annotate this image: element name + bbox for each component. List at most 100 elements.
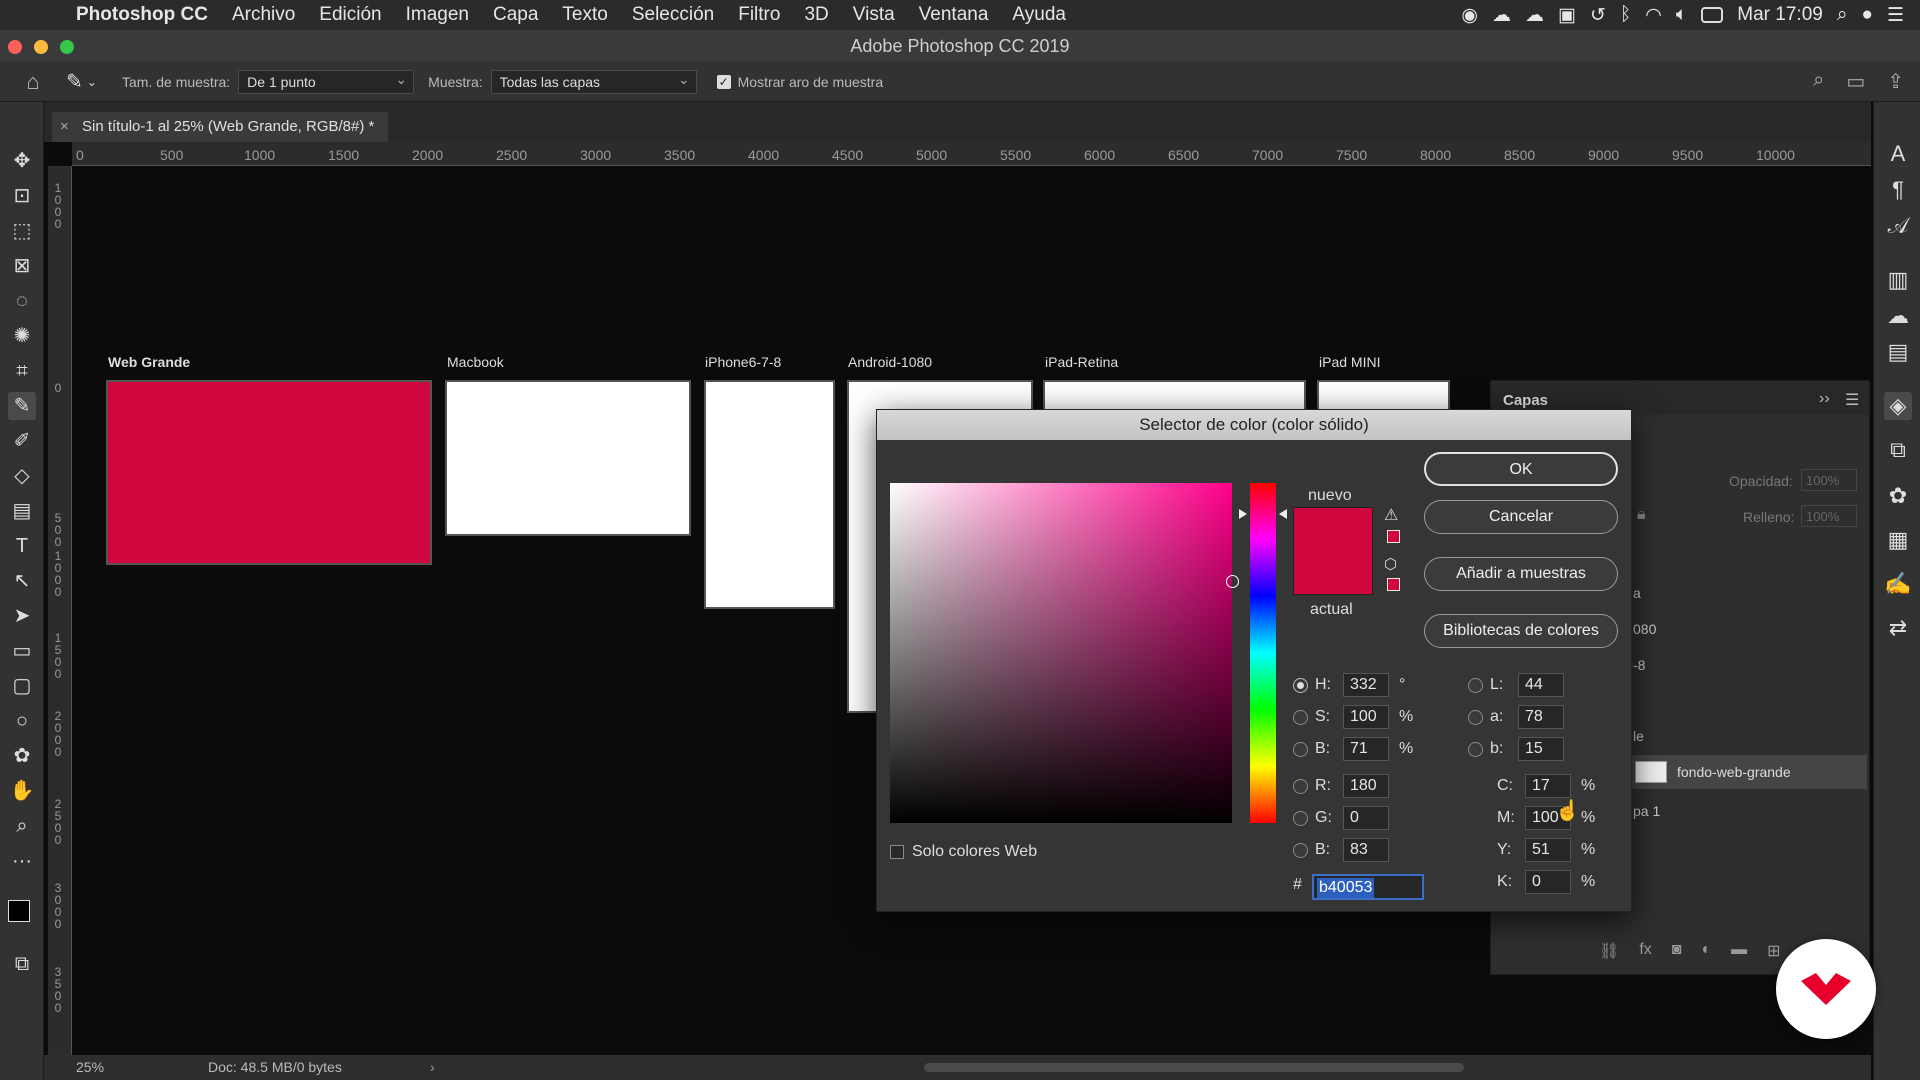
menu-capa[interactable]: Capa [481, 4, 550, 26]
fx-icon[interactable]: fx [1639, 941, 1651, 961]
hex-input[interactable]: b40053 [1312, 874, 1424, 900]
lab-l-radio[interactable] [1468, 677, 1483, 693]
web-only-checkbox[interactable] [890, 845, 904, 859]
fill-field[interactable]: 100% [1801, 505, 1857, 527]
horizontal-scrollbar[interactable] [924, 1063, 1464, 1072]
properties-panel-icon[interactable]: ▤ [1884, 338, 1912, 366]
layer-item[interactable]: a [1633, 585, 1641, 601]
brand-floating-button[interactable] [1776, 939, 1876, 1039]
lab-a-input[interactable]: 78 [1518, 705, 1564, 729]
web-safe-cube-icon[interactable]: ⬡ [1384, 555, 1397, 573]
path-select-tool-icon[interactable]: ↖ [8, 567, 36, 595]
mask-icon[interactable]: ◙ [1672, 941, 1682, 961]
workspace-icon[interactable]: ▭ [1846, 69, 1865, 94]
menu-texto[interactable]: Texto [550, 4, 619, 26]
paragraph-panel-icon[interactable]: ¶ [1884, 176, 1912, 204]
artboard[interactable] [445, 380, 691, 536]
cyan-input[interactable]: 17 [1525, 774, 1571, 798]
brightness-radio[interactable] [1293, 741, 1308, 757]
adjustment-icon[interactable]: ◐ [1701, 941, 1711, 961]
styles-panel-icon[interactable]: ✍ [1884, 570, 1912, 598]
gamut-warning-icon[interactable]: ⚠ [1384, 505, 1398, 525]
artboard-label[interactable]: iPad-Retina [1045, 354, 1118, 370]
frame-tool-icon[interactable]: ⊠ [8, 252, 36, 280]
panel-collapse-icon[interactable]: ›› [1819, 390, 1830, 408]
artboard-label[interactable]: iPad MINI [1319, 354, 1380, 370]
web-color-swatch[interactable] [1387, 578, 1400, 591]
creative-cloud-icon[interactable]: ☁ [1492, 4, 1511, 27]
rectangle-tool-icon[interactable]: ▭ [8, 637, 36, 665]
gamut-color-swatch[interactable] [1387, 530, 1400, 543]
red-input[interactable]: 180 [1343, 774, 1389, 798]
layer-item[interactable]: 080 [1633, 621, 1656, 637]
direct-select-tool-icon[interactable]: ➤ [8, 602, 36, 630]
artboard-label[interactable]: Macbook [447, 354, 504, 370]
hue-radio[interactable] [1293, 677, 1308, 693]
menu-imagen[interactable]: Imagen [394, 4, 481, 26]
wifi-icon[interactable]: ◠ [1645, 4, 1662, 27]
color-picker-ring[interactable] [1226, 575, 1239, 588]
screen-mode-icon[interactable]: ⧉ [8, 950, 36, 978]
menu-app-name[interactable]: Photoshop CC [64, 4, 220, 26]
black-input[interactable]: 0 [1525, 870, 1571, 894]
blue-input[interactable]: 83 [1343, 838, 1389, 862]
type-tool-icon[interactable]: T [8, 532, 36, 560]
battery-icon[interactable] [1701, 7, 1724, 23]
artboard-label[interactable]: Web Grande [108, 354, 190, 370]
menubar-clock[interactable]: Mar 17:09 [1737, 4, 1823, 26]
rounded-rect-tool-icon[interactable]: ▢ [8, 672, 36, 700]
window-close-button[interactable] [8, 40, 22, 54]
lab-a-radio[interactable] [1468, 709, 1483, 725]
layer-item[interactable]: le [1633, 728, 1644, 744]
cc-libraries-icon[interactable]: ☁ [1884, 302, 1912, 330]
quick-select-tool-icon[interactable]: ✺ [8, 322, 36, 350]
window-minimize-button[interactable] [34, 40, 48, 54]
notification-center-icon[interactable]: ☰ [1887, 4, 1904, 27]
more-tools-icon[interactable]: ··· [8, 847, 36, 875]
hue-slider[interactable] [1250, 483, 1276, 823]
marquee-tool-icon[interactable]: ⬚ [8, 217, 36, 245]
blue-radio[interactable] [1293, 842, 1308, 858]
character-panel-icon[interactable]: A [1884, 140, 1912, 168]
brightness-input[interactable]: 71 [1343, 737, 1389, 761]
record-icon[interactable]: ◉ [1461, 4, 1478, 27]
menu-ventana[interactable]: Ventana [907, 4, 1001, 26]
custom-shape-tool-icon[interactable]: ✿ [8, 742, 36, 770]
bluetooth-icon[interactable]: ᛒ [1620, 4, 1631, 26]
menu-vista[interactable]: Vista [841, 4, 907, 26]
menu-archivo[interactable]: Archivo [220, 4, 307, 26]
color-libraries-button[interactable]: Bibliotecas de colores [1424, 614, 1618, 648]
layer-item[interactable]: pa 1 [1633, 803, 1660, 819]
eyedropper-tool-icon[interactable]: ✎ [8, 392, 36, 420]
lock-icon[interactable]: 🔒︎ [1637, 506, 1646, 524]
artboard-label[interactable]: iPhone6-7-8 [705, 354, 781, 370]
yellow-input[interactable]: 51 [1525, 838, 1571, 862]
spotlight-search-icon[interactable]: ⌕ [1837, 4, 1848, 26]
show-ring-checkbox[interactable]: ✓ [716, 74, 731, 89]
ellipse-tool-icon[interactable]: ○ [8, 707, 36, 735]
opacity-field[interactable]: 100% [1801, 469, 1857, 491]
group-folder-icon[interactable]: ▬ [1731, 941, 1747, 961]
search-icon[interactable]: ⌕ [1813, 69, 1824, 94]
hue-input[interactable]: 332 [1343, 673, 1389, 697]
channels-panel-icon[interactable]: ⧉ [1884, 436, 1912, 464]
menu-seleccion[interactable]: Selección [620, 4, 726, 26]
home-icon[interactable]: ⌂ [0, 69, 66, 95]
layer-row-selected[interactable]: fondo-web-grande [1631, 755, 1867, 789]
siri-icon[interactable]: ● [1861, 4, 1872, 26]
gradient-tool-icon[interactable]: ▤ [8, 497, 36, 525]
crop-tool-icon[interactable]: ⌗ [8, 357, 36, 385]
lasso-tool-icon[interactable]: ◌ [8, 287, 36, 315]
lab-b-input[interactable]: 15 [1518, 737, 1564, 761]
artboard-label[interactable]: Android-1080 [848, 354, 932, 370]
display-icon[interactable]: ▣ [1558, 4, 1576, 27]
foreground-color-swatch[interactable] [8, 900, 30, 922]
zoom-level[interactable]: 25% [76, 1055, 104, 1080]
menu-3d[interactable]: 3D [792, 4, 840, 26]
artboard[interactable] [704, 380, 835, 609]
cancel-button[interactable]: Cancelar [1424, 500, 1618, 534]
sample-select[interactable]: Todas las capas [490, 68, 697, 94]
zoom-tool-icon[interactable]: ⌕ [8, 812, 36, 840]
status-expand-icon[interactable]: › [430, 1055, 435, 1080]
eyedropper-preset-icon[interactable]: ✎ ⌄ [66, 69, 122, 94]
